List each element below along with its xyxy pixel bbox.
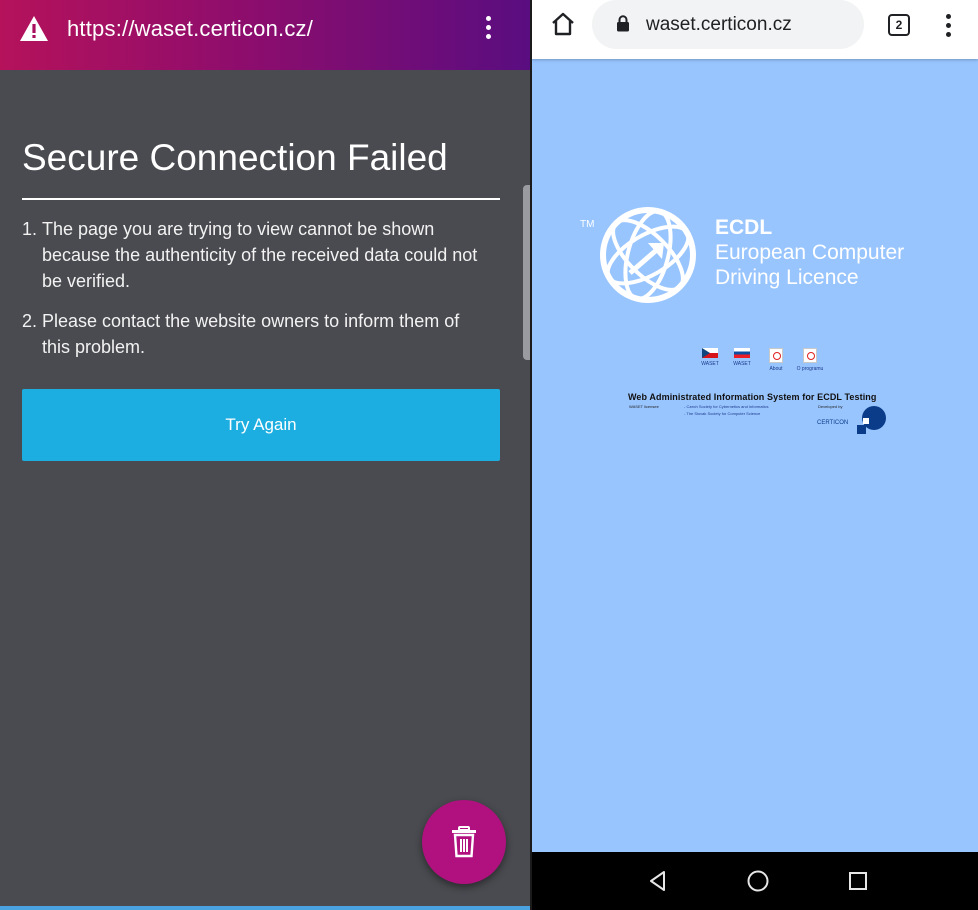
android-nav-bar xyxy=(532,852,978,910)
title-divider xyxy=(22,198,500,200)
link-caption: WASET xyxy=(701,361,719,367)
tab-switcher-button[interactable]: 2 xyxy=(888,14,910,36)
right-toolbar: waset.certicon.cz 2 xyxy=(532,0,978,59)
certicon-logo[interactable]: CERTICON xyxy=(817,404,889,436)
society-link-1[interactable]: - Czech Society for Cybernetics and Info… xyxy=(684,404,768,409)
home-circle-icon[interactable] xyxy=(745,868,771,894)
home-icon[interactable] xyxy=(550,11,576,37)
delete-fab-button[interactable] xyxy=(422,800,506,884)
link-waset-cz[interactable]: WASET xyxy=(695,348,725,367)
url-text[interactable]: https://waset.certicon.cz/ xyxy=(67,16,313,42)
lock-icon[interactable] xyxy=(616,15,630,32)
link-caption: WASET xyxy=(733,361,751,367)
system-title: Web Administrated Information System for… xyxy=(628,392,877,402)
ecdl-line-2: European Computer xyxy=(715,241,905,264)
trademark-mark: TM xyxy=(580,219,595,230)
link-caption: O programu xyxy=(796,366,824,372)
address-bar[interactable]: waset.certicon.cz xyxy=(592,0,864,49)
list-item: 1. The page you are trying to view canno… xyxy=(22,216,492,294)
error-list: 1. The page you are trying to view canno… xyxy=(22,216,492,374)
try-again-button[interactable]: Try Again xyxy=(22,389,500,461)
list-number: 1. xyxy=(22,219,38,239)
right-browser-window: waset.certicon.cz 2 TM ECDL European Com… xyxy=(532,0,978,910)
flag-cz-icon xyxy=(702,348,718,358)
left-toolbar: https://waset.certicon.cz/ xyxy=(0,0,530,70)
recents-square-icon[interactable] xyxy=(845,868,871,894)
list-item: 2. Please contact the website owners to … xyxy=(22,308,492,360)
list-number: 2. xyxy=(22,311,38,331)
list-text: The page you are trying to view cannot b… xyxy=(42,219,478,291)
kebab-menu-icon[interactable] xyxy=(944,14,952,42)
flag-sk-icon xyxy=(734,348,750,358)
back-triangle-icon[interactable] xyxy=(645,868,671,894)
link-o-programu[interactable]: O programu xyxy=(795,348,825,372)
link-waset-sk[interactable]: WASET xyxy=(727,348,757,367)
society-link-2[interactable]: - The Slovak Society for Computer Scienc… xyxy=(684,411,760,416)
ecdl-brand: ECDL xyxy=(715,216,773,239)
link-caption: About xyxy=(769,366,783,372)
warning-triangle-icon[interactable] xyxy=(19,14,49,44)
bottom-edge-bar xyxy=(0,906,530,910)
page-title: Secure Connection Failed xyxy=(22,137,448,178)
scrollbar-handle[interactable] xyxy=(523,185,530,360)
ecdl-line-3: Driving Licence xyxy=(715,266,859,289)
licensee-label: WASET licensee xyxy=(629,404,659,409)
kebab-menu-icon[interactable] xyxy=(484,16,492,44)
pdf-icon xyxy=(769,348,783,363)
pdf-icon xyxy=(803,348,817,363)
left-browser-window: https://waset.certicon.cz/ Secure Connec… xyxy=(0,0,530,910)
link-about[interactable]: About xyxy=(761,348,791,372)
language-links: WASET WASET About O programu xyxy=(695,348,835,374)
trash-icon xyxy=(452,826,476,858)
certicon-logo-text: CERTICON xyxy=(817,420,848,426)
ecdl-globe-icon xyxy=(600,207,696,303)
list-text: Please contact the website owners to inf… xyxy=(42,311,460,357)
url-text[interactable]: waset.certicon.cz xyxy=(646,14,792,36)
